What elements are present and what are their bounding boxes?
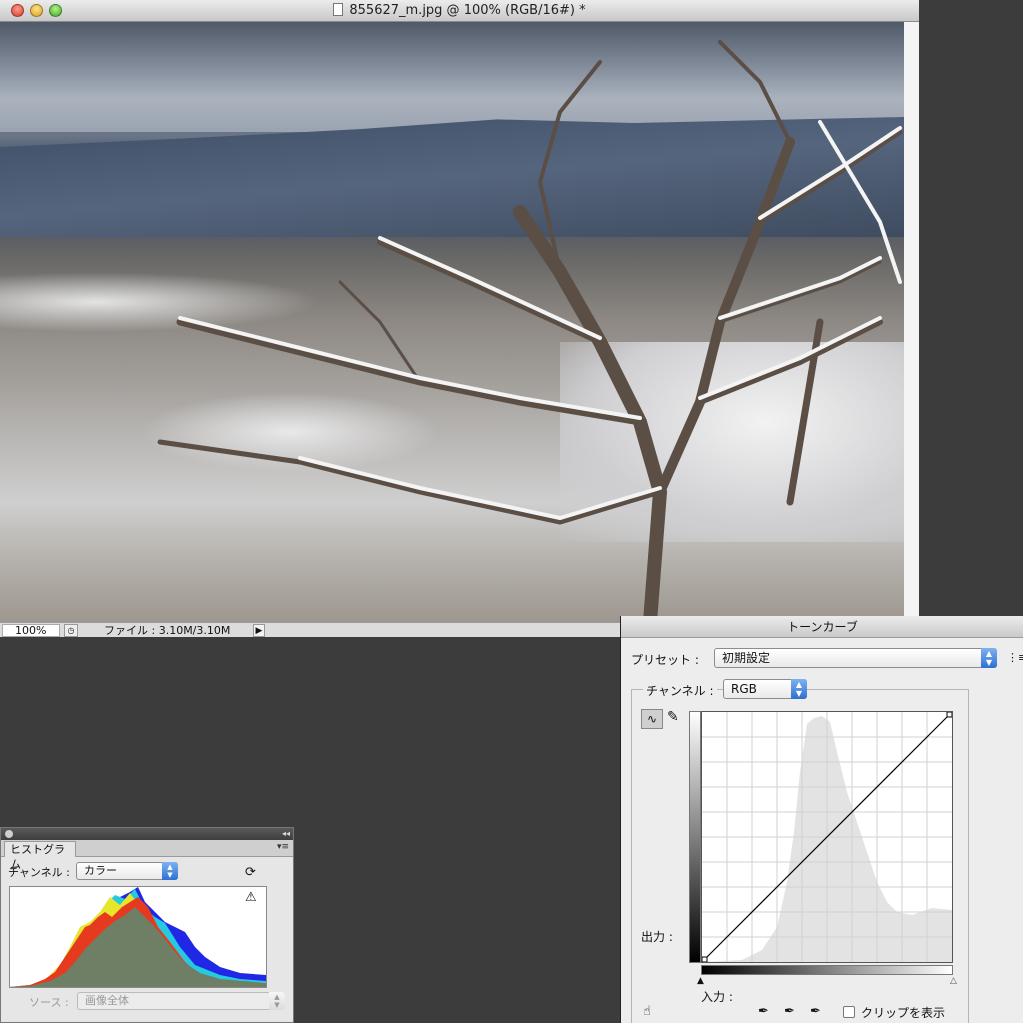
curve-point-white[interactable] — [946, 711, 953, 718]
curves-panel: トーンカーブ プリセット : 初期設定 ▲ ▼ ⋮≡ チャンネル : RGB ▲ ▼… — [620, 616, 1023, 1023]
select-arrows-icon: ▲ ▼ — [981, 648, 997, 668]
panel-close-icon[interactable] — [5, 830, 13, 838]
curves-panel-title[interactable]: トーンカーブ — [621, 616, 1023, 638]
eyedropper-black-icon[interactable]: ✒ — [758, 1004, 769, 1019]
preset-options-icon[interactable]: ⋮≡ — [1007, 651, 1023, 664]
on-image-adjust-icon[interactable]: ☝ — [643, 1004, 651, 1019]
refresh-icon[interactable]: ⟳ — [245, 865, 256, 880]
panel-menu-icon[interactable]: ▾≡ — [277, 842, 289, 852]
select-arrows-icon: ▲ ▼ — [162, 862, 178, 880]
document-title-wrap: 855627_m.jpg @ 100% (RGB/16#) * — [0, 3, 919, 18]
select-arrows-icon: ▲ ▼ — [269, 992, 285, 1010]
curves-channel-label: チャンネル : — [643, 682, 717, 699]
preset-label: プリセット : — [631, 653, 699, 667]
histogram-channel-value: カラー — [84, 864, 117, 877]
histogram-source-label: ソース : — [29, 996, 69, 1009]
black-point-slider-icon[interactable]: ▲ — [697, 976, 704, 986]
eyedropper-gray-icon[interactable]: ✒ — [784, 1004, 795, 1019]
histogram-plot — [10, 887, 266, 987]
curve-plot — [701, 711, 953, 963]
curve-graph[interactable] — [701, 711, 953, 963]
panel-collapse-icon[interactable]: ◂◂ — [282, 828, 290, 840]
curves-channel-select[interactable]: RGB ▲ ▼ — [723, 679, 807, 699]
warning-icon[interactable]: ⚠ — [245, 890, 257, 905]
histogram-panel: ◂◂ ヒストグラム ▾≡ チャンネル : カラー ▲ ▼ ⟳ ⚠ ソース : 画像… — [0, 827, 294, 1023]
histogram-graph — [9, 886, 267, 988]
status-menu-arrow-icon[interactable]: ▶ — [253, 624, 265, 637]
select-arrows-icon: ▲ ▼ — [791, 679, 807, 699]
histogram-panel-header[interactable]: ◂◂ — [1, 828, 293, 840]
input-label: 入力 : — [701, 990, 733, 1004]
status-info-icon[interactable]: ◷ — [64, 624, 78, 637]
zoom-level-field[interactable]: 100% — [2, 624, 60, 637]
image-canvas[interactable] — [0, 22, 904, 622]
histogram-source-select: 画像全体 ▲ ▼ — [77, 992, 285, 1010]
canvas-edge — [904, 22, 919, 622]
histogram-channel-label: チャンネル : — [8, 866, 70, 879]
document-icon — [333, 3, 344, 16]
output-gradient-bar — [689, 711, 701, 963]
pencil-icon[interactable]: ✎ — [667, 709, 679, 725]
tab-histogram[interactable]: ヒストグラム — [4, 841, 76, 871]
document-titlebar[interactable]: 855627_m.jpg @ 100% (RGB/16#) * — [0, 0, 919, 22]
show-clipping-label[interactable]: クリップを表示 — [861, 1004, 945, 1021]
preset-select[interactable]: 初期設定 ▲ ▼ — [714, 648, 997, 668]
photo-trees — [157, 40, 903, 622]
document-window: 855627_m.jpg @ 100% (RGB/16#) * 100% ◷ フ… — [0, 0, 919, 637]
histogram-source-value: 画像全体 — [85, 994, 129, 1007]
white-point-slider-icon[interactable]: △ — [950, 976, 957, 986]
eyedropper-white-icon[interactable]: ✒ — [810, 1004, 821, 1019]
document-title: 855627_m.jpg @ 100% (RGB/16#) * — [349, 3, 586, 18]
input-gradient-bar — [701, 965, 953, 975]
histogram-tab-bar: ヒストグラム ▾≡ — [1, 840, 293, 871]
file-size-info: ファイル : 3.10M/3.10M — [104, 624, 231, 637]
curve-edit-tool-icon[interactable]: ∿ — [641, 709, 663, 729]
histogram-channel-select[interactable]: カラー ▲ ▼ — [76, 862, 178, 880]
output-label: 出力 : — [641, 930, 673, 944]
preset-value: 初期設定 — [722, 651, 771, 665]
curve-point-black[interactable] — [701, 956, 708, 963]
curves-channel-value: RGB — [731, 682, 757, 696]
show-clipping-checkbox[interactable] — [843, 1006, 855, 1018]
